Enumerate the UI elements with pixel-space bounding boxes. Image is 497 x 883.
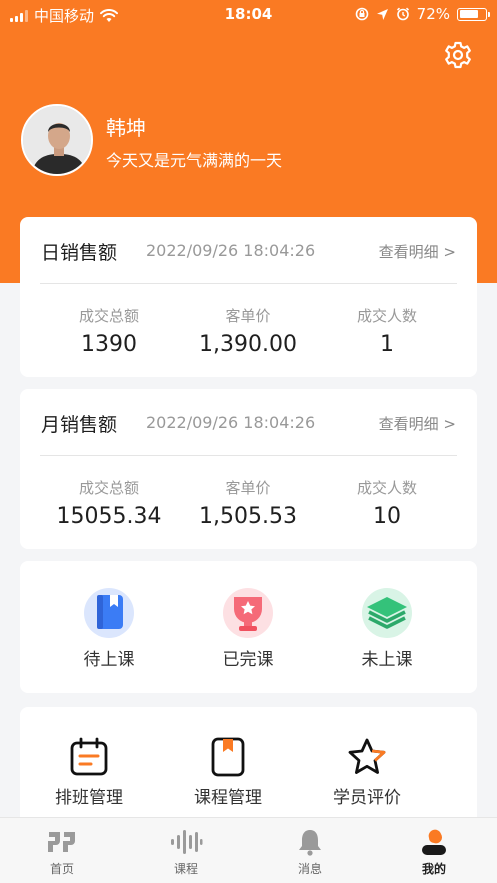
divider xyxy=(40,283,457,284)
tab-courses[interactable]: 课程 xyxy=(146,818,226,883)
person-icon xyxy=(422,829,446,855)
stat-customer-count: 成交人数 10 xyxy=(312,477,462,529)
bell-icon xyxy=(299,830,321,856)
stat-value: 1,505.53 xyxy=(199,504,297,529)
battery-icon xyxy=(457,7,490,21)
status-bar: 中国移动 18:04 72% xyxy=(0,0,497,30)
card-title: 月销售额 xyxy=(41,414,118,436)
rotation-lock-icon xyxy=(355,7,368,21)
stat-customer-count: 成交人数 1 xyxy=(312,305,462,357)
stat-value: 1,390.00 xyxy=(199,332,297,357)
completed-class-button[interactable]: 已完课 xyxy=(188,587,308,670)
card-date: 2022/09/26 18:04:26 xyxy=(146,413,316,432)
alarm-icon xyxy=(396,7,409,21)
book-icon xyxy=(84,588,134,638)
layers-icon xyxy=(362,588,412,638)
stat-label: 成交人数 xyxy=(356,479,417,497)
course-status-label: 待上课 xyxy=(83,650,135,670)
monthly-sales-card: 月销售额 2022/09/26 18:04:26 查看明细 > 成交总额 150… xyxy=(20,389,477,549)
view-details-link[interactable]: 查看明细 > xyxy=(379,413,456,434)
divider xyxy=(40,455,457,456)
course-status-label: 未上课 xyxy=(361,650,413,670)
management-label: 课程管理 xyxy=(194,788,262,808)
course-management-button[interactable]: 课程管理 xyxy=(168,737,288,808)
card-date: 2022/09/26 18:04:26 xyxy=(146,241,316,260)
stat-label: 客单价 xyxy=(225,479,271,497)
profile-motto: 今天又是元气满满的一天 xyxy=(106,151,283,170)
stat-total-amount: 成交总额 15055.34 xyxy=(34,477,184,529)
tab-messages[interactable]: 消息 xyxy=(270,818,350,883)
management-label: 排班管理 xyxy=(55,788,123,808)
trophy-icon xyxy=(223,588,273,638)
stat-label: 成交人数 xyxy=(356,307,417,325)
stat-label: 成交总额 xyxy=(78,307,139,325)
upcoming-class-button[interactable]: 未上课 xyxy=(327,587,447,670)
tab-label: 消息 xyxy=(297,862,322,876)
stat-value: 10 xyxy=(373,504,401,529)
tab-bar: 首页 课程 消息 我的 xyxy=(0,817,497,883)
course-status-card: 待上课 已完课 未上课 xyxy=(20,561,477,693)
student-review-button[interactable]: 学员评价 xyxy=(307,737,427,808)
stat-value: 1 xyxy=(380,332,394,357)
gear-icon[interactable] xyxy=(443,40,473,70)
home-logo-icon xyxy=(48,832,75,852)
stat-value: 15055.34 xyxy=(56,504,162,529)
tab-mine[interactable]: 我的 xyxy=(394,818,474,883)
daily-sales-card: 日销售额 2022/09/26 18:04:26 查看明细 > 成交总额 139… xyxy=(20,217,477,377)
stat-total-amount: 成交总额 1390 xyxy=(34,305,184,357)
battery-percent: 72% xyxy=(416,5,450,23)
card-title: 日销售额 xyxy=(41,242,118,264)
stat-label: 客单价 xyxy=(225,307,271,325)
stat-value: 1390 xyxy=(81,332,137,357)
pending-class-button[interactable]: 待上课 xyxy=(49,587,169,670)
schedule-management-button[interactable]: 排班管理 xyxy=(29,737,149,808)
view-details-link[interactable]: 查看明细 > xyxy=(379,241,456,262)
bookmark-icon xyxy=(211,737,245,777)
management-label: 学员评价 xyxy=(333,788,401,808)
avatar[interactable] xyxy=(21,104,93,176)
star-icon xyxy=(348,738,386,774)
waveform-icon xyxy=(171,830,203,854)
course-status-label: 已完课 xyxy=(222,650,274,670)
stat-label: 成交总额 xyxy=(78,479,139,497)
tab-label: 我的 xyxy=(421,862,446,876)
tab-home[interactable]: 首页 xyxy=(22,818,102,883)
tab-label: 课程 xyxy=(173,862,198,876)
stat-per-customer: 客单价 1,390.00 xyxy=(173,305,323,357)
calendar-icon xyxy=(70,737,108,776)
location-icon xyxy=(376,8,388,20)
stat-per-customer: 客单价 1,505.53 xyxy=(173,477,323,529)
tab-label: 首页 xyxy=(49,862,74,876)
username: 韩坤 xyxy=(106,116,146,140)
